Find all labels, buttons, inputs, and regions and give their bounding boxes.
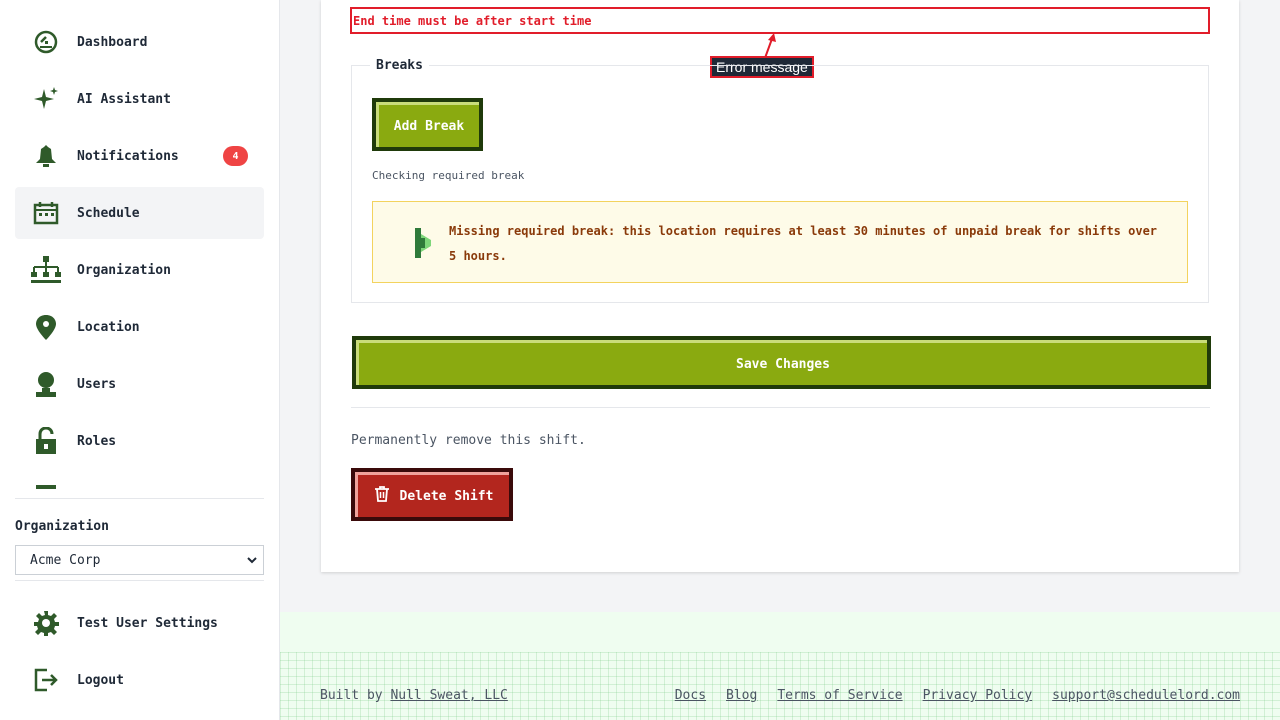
calendar-icon [30,197,62,229]
sidebar-item-dashboard[interactable]: Dashboard [15,16,264,68]
chevron-down-icon [247,554,257,567]
sidebar-item-label: Notifications [77,148,179,164]
sidebar-item-label: Schedule [77,205,140,221]
checking-break-status: Checking required break [372,169,525,182]
sidebar-item-organization[interactable]: Organization [15,244,264,296]
sidebar-item-users[interactable]: Users [15,358,264,410]
organization-select[interactable]: Acme Corp [15,545,264,575]
bell-icon [30,140,62,172]
save-changes-button[interactable]: Save Changes [352,336,1211,389]
sidebar-item-label: Organization [77,262,171,278]
lock-icon [30,425,62,457]
sidebar-item-schedule[interactable]: Schedule [15,187,264,239]
notification-count-badge: 4 [223,146,248,166]
footer: Built by Null Sweat, LLC Docs Blog Terms… [280,612,1280,720]
add-break-label: Add Break [376,102,479,147]
sidebar: Dashboard AI Assistant Notifications 4 S… [0,0,280,720]
sidebar-item-roles[interactable]: Roles [15,415,264,467]
org-chart-icon [30,254,62,286]
dashboard-icon [30,26,62,58]
sidebar-item-label: Roles [77,433,117,449]
logout-icon [30,664,62,696]
logout-label: Logout [77,672,124,688]
sidebar-item-label: Dashboard [77,34,148,50]
add-break-button[interactable]: Add Break [372,98,483,151]
trash-icon [374,485,390,507]
sidebar-item-label: AI Assistant [77,91,171,107]
sidebar-item-notifications[interactable]: Notifications 4 [15,130,264,182]
footer-links: Docs Blog Terms of Service Privacy Polic… [675,688,1240,703]
sidebar-item-location[interactable]: Location [15,301,264,353]
footer-band [280,612,1280,652]
warning-flag-icon [413,226,435,264]
user-icon [30,368,62,400]
organization-select-value: Acme Corp [30,552,101,568]
sidebar-item-ai-assistant[interactable]: AI Assistant [15,73,264,125]
breaks-legend: Breaks [370,58,429,73]
sidebar-item-more[interactable] [15,472,264,492]
organization-label: Organization [15,519,109,534]
footer-link-docs[interactable]: Docs [675,688,706,703]
built-by-text: Built by Null Sweat, LLC [320,688,508,703]
delete-shift-label: Delete Shift [399,488,494,504]
user-settings-link[interactable]: Test User Settings [15,597,264,649]
sidebar-divider [15,580,264,581]
footer-link-terms[interactable]: Terms of Service [777,688,902,703]
footer-link-blog[interactable]: Blog [726,688,757,703]
end-time-error-message: End time must be after start time [350,7,1210,34]
more-icon [30,482,62,492]
sidebar-nav: Dashboard AI Assistant Notifications 4 S… [15,0,264,492]
footer-link-support-email[interactable]: support@schedulelord.com [1052,688,1240,703]
gear-icon [30,607,62,639]
save-changes-label: Save Changes [356,340,1207,385]
remove-shift-description: Permanently remove this shift. [351,433,586,448]
sidebar-item-label: Location [77,319,140,335]
delete-shift-button[interactable]: Delete Shift [351,468,513,521]
map-pin-icon [30,311,62,343]
section-divider [351,407,1210,408]
null-sweat-link[interactable]: Null Sweat, LLC [390,688,507,703]
missing-break-warning: Missing required break: this location re… [372,201,1188,283]
sparkle-icon [30,83,62,115]
sidebar-divider [15,498,264,499]
user-settings-label: Test User Settings [77,615,218,631]
missing-break-warning-text: Missing required break: this location re… [449,224,1158,263]
footer-link-privacy[interactable]: Privacy Policy [923,688,1033,703]
built-by-prefix: Built by [320,688,391,703]
logout-link[interactable]: Logout [15,654,264,706]
sidebar-item-label: Users [77,376,117,392]
